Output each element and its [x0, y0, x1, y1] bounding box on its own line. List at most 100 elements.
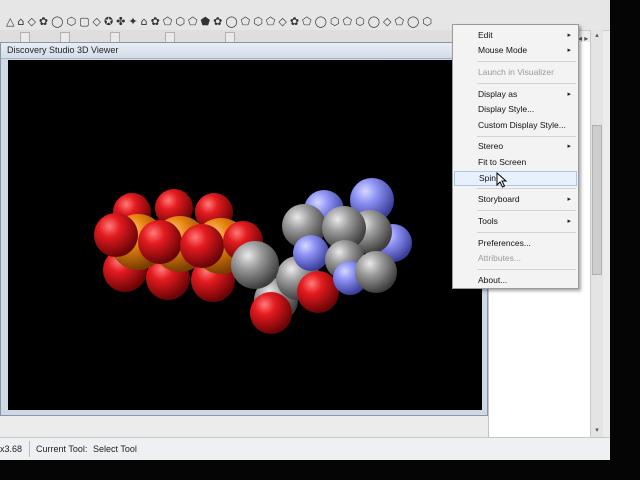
application-window: △ ⌂ ◇ ✿ ◯ ⬡ ▢ ◇ ✪ ✤ ✦ ⌂ ✿ ⬠ ⬡ ⬠ ⬟ ✿ ◯ ⬠ ⬡ ⬠ ◇ ✿ ⬠ ◯ ⬡ ⬠ ⬡ ◯ ◇ ⬠ ◯ ⬡ ◂ ▸ ▴… — [0, 0, 610, 460]
shape-tool-icon[interactable]: ⬡ — [253, 16, 263, 30]
current-tool-value: Select Tool — [93, 444, 137, 454]
menu-item-label: Preferences... — [478, 238, 531, 248]
shape-tool-icon[interactable]: ⬠ — [302, 16, 312, 30]
viewer-window[interactable]: Discovery Studio 3D Viewer — [0, 42, 488, 416]
menu-item-about[interactable]: About... — [454, 273, 577, 288]
chevron-right-icon: ▸ — [567, 91, 571, 98]
oxygen-atom — [94, 213, 138, 257]
shape-tool-icon[interactable]: ⬠ — [266, 16, 276, 30]
menu-item-display-style[interactable]: Display Style... — [454, 102, 577, 117]
menu-item-label: About... — [478, 275, 508, 285]
carbon-atom — [231, 241, 279, 289]
viewer-titlebar[interactable]: Discovery Studio 3D Viewer — [1, 43, 487, 59]
shape-tool-icon[interactable]: ◯ — [51, 16, 63, 30]
menu-item-label: Attributes... — [478, 253, 521, 263]
chevron-right-icon: ▸ — [567, 47, 571, 54]
shape-tool-icon[interactable]: ⌂ — [17, 16, 24, 30]
menu-separator — [477, 188, 576, 189]
chevron-right-icon: ▸ — [567, 196, 571, 203]
menu-item-tools[interactable]: Tools ▸ — [454, 214, 577, 229]
menu-item-edit[interactable]: Edit ▸ — [454, 28, 577, 43]
context-menu: Edit ▸ Mouse Mode ▸ Launch in Visualizer D… — [452, 24, 579, 289]
shape-tool-icon[interactable]: ✦ — [128, 16, 137, 30]
menu-item-preferences[interactable]: Preferences... — [454, 236, 577, 251]
current-tool-label: Current Tool: — [36, 444, 88, 454]
chevron-right-icon: ▸ — [567, 32, 571, 39]
menu-item-label: Launch in Visualizer — [478, 67, 554, 77]
shape-tool-icon[interactable]: ◇ — [92, 16, 100, 30]
shape-tool-icon[interactable]: ⬟ — [201, 16, 211, 30]
menu-item-storyboard[interactable]: Storyboard ▸ — [454, 192, 577, 207]
shape-tool-icon[interactable]: ◇ — [383, 16, 391, 30]
menu-item-attributes: Attributes... — [454, 251, 577, 266]
shape-tool-icon[interactable]: ◯ — [407, 16, 419, 30]
menu-item-label: Tools — [478, 216, 498, 226]
menu-item-label: Spin — [479, 173, 497, 183]
nitrogen-atom — [293, 235, 329, 271]
shape-tool-icon[interactable]: △ — [6, 16, 14, 30]
shape-tool-icon[interactable]: ⬡ — [175, 16, 185, 30]
menu-separator — [477, 136, 576, 137]
menu-item-launch-in-visualizer: Launch in Visualizer — [454, 65, 577, 80]
shape-tool-icon[interactable]: ⬠ — [163, 16, 173, 30]
menu-item-fit-to-screen[interactable]: Fit to Screen — [454, 155, 577, 170]
menu-item-stereo[interactable]: Stereo ▸ — [454, 139, 577, 154]
zoom-readout: x3.68 — [0, 444, 23, 454]
menu-separator — [477, 210, 576, 211]
screen-bezel-bottom — [0, 460, 640, 480]
menu-separator — [477, 232, 576, 233]
oxygen-atom — [250, 292, 292, 334]
molecule-model[interactable] — [8, 60, 482, 410]
chevron-right-icon: ▸ — [567, 218, 571, 225]
shape-tool-icon[interactable]: ⬡ — [355, 16, 365, 30]
menu-item-label: Custom Display Style... — [478, 120, 566, 130]
carbon-atom — [355, 251, 397, 293]
menu-item-custom-display-style[interactable]: Custom Display Style... — [454, 118, 577, 133]
shape-tool-icon[interactable]: ✿ — [290, 16, 299, 30]
shape-tool-icon[interactable]: ⬠ — [241, 16, 251, 30]
shape-tool-icon[interactable]: ◇ — [27, 16, 35, 30]
menu-item-spin[interactable]: Spin — [454, 171, 577, 186]
scroll-down-icon[interactable]: ▾ — [591, 425, 603, 437]
menu-item-label: Edit — [478, 30, 493, 40]
shape-tool-icon[interactable]: ⬡ — [330, 16, 340, 30]
shape-tool-icon[interactable]: ⬡ — [422, 16, 432, 30]
shape-tool-icon[interactable]: ◇ — [278, 16, 286, 30]
status-separator — [29, 441, 30, 457]
menu-item-mouse-mode[interactable]: Mouse Mode ▸ — [454, 43, 577, 58]
scroll-up-icon[interactable]: ▴ — [591, 30, 603, 42]
menu-item-label: Mouse Mode — [478, 45, 528, 55]
shape-tool-icon[interactable]: ⬠ — [343, 16, 353, 30]
shape-tool-icon[interactable]: ▢ — [79, 16, 89, 30]
status-bar: x3.68 Current Tool: Select Tool — [0, 437, 610, 460]
shape-tool-icon[interactable]: ⬡ — [66, 16, 76, 30]
oxygen-atom — [297, 271, 339, 313]
menu-separator — [477, 83, 576, 84]
shape-tool-icon[interactable]: ✪ — [104, 16, 113, 30]
shape-tool-icon[interactable]: ✿ — [39, 16, 48, 30]
screen-bezel-right — [610, 0, 640, 480]
shape-tool-icon[interactable]: ⬠ — [394, 16, 404, 30]
shape-tool-icon[interactable]: ◯ — [225, 16, 237, 30]
shape-tool-icon[interactable]: ✿ — [213, 16, 222, 30]
menu-item-display-as[interactable]: Display as ▸ — [454, 87, 577, 102]
shape-palette: △ ⌂ ◇ ✿ ◯ ⬡ ▢ ◇ ✪ ✤ ✦ ⌂ ✿ ⬠ ⬡ ⬠ ⬟ ✿ ◯ ⬠ ⬡ ⬠ ◇ ✿ ⬠ ◯ ⬡ ⬠ ⬡ ◯ ◇ ⬠ ◯ ⬡ — [6, 16, 466, 30]
menu-separator — [477, 269, 576, 270]
vertical-scrollbar[interactable]: ▴ ▾ — [590, 30, 603, 437]
menu-separator — [477, 61, 576, 62]
molecule-canvas[interactable] — [8, 60, 482, 410]
viewer-title: Discovery Studio 3D Viewer — [7, 45, 119, 55]
shape-tool-icon[interactable]: ◯ — [315, 16, 327, 30]
shape-tool-icon[interactable]: ✿ — [151, 16, 160, 30]
shape-tool-icon[interactable]: ◯ — [368, 16, 380, 30]
menu-item-label: Display Style... — [478, 104, 535, 114]
shape-tool-icon[interactable]: ⬠ — [188, 16, 198, 30]
shape-tool-icon[interactable]: ✤ — [116, 16, 125, 30]
menu-item-label: Stereo — [478, 141, 504, 151]
scroll-thumb[interactable] — [592, 125, 602, 275]
menu-item-label: Storyboard — [478, 194, 520, 204]
menu-item-label: Fit to Screen — [478, 157, 527, 167]
oxygen-atom — [138, 220, 182, 264]
shape-tool-icon[interactable]: ⌂ — [141, 16, 148, 30]
menu-item-label: Display as — [478, 89, 518, 99]
